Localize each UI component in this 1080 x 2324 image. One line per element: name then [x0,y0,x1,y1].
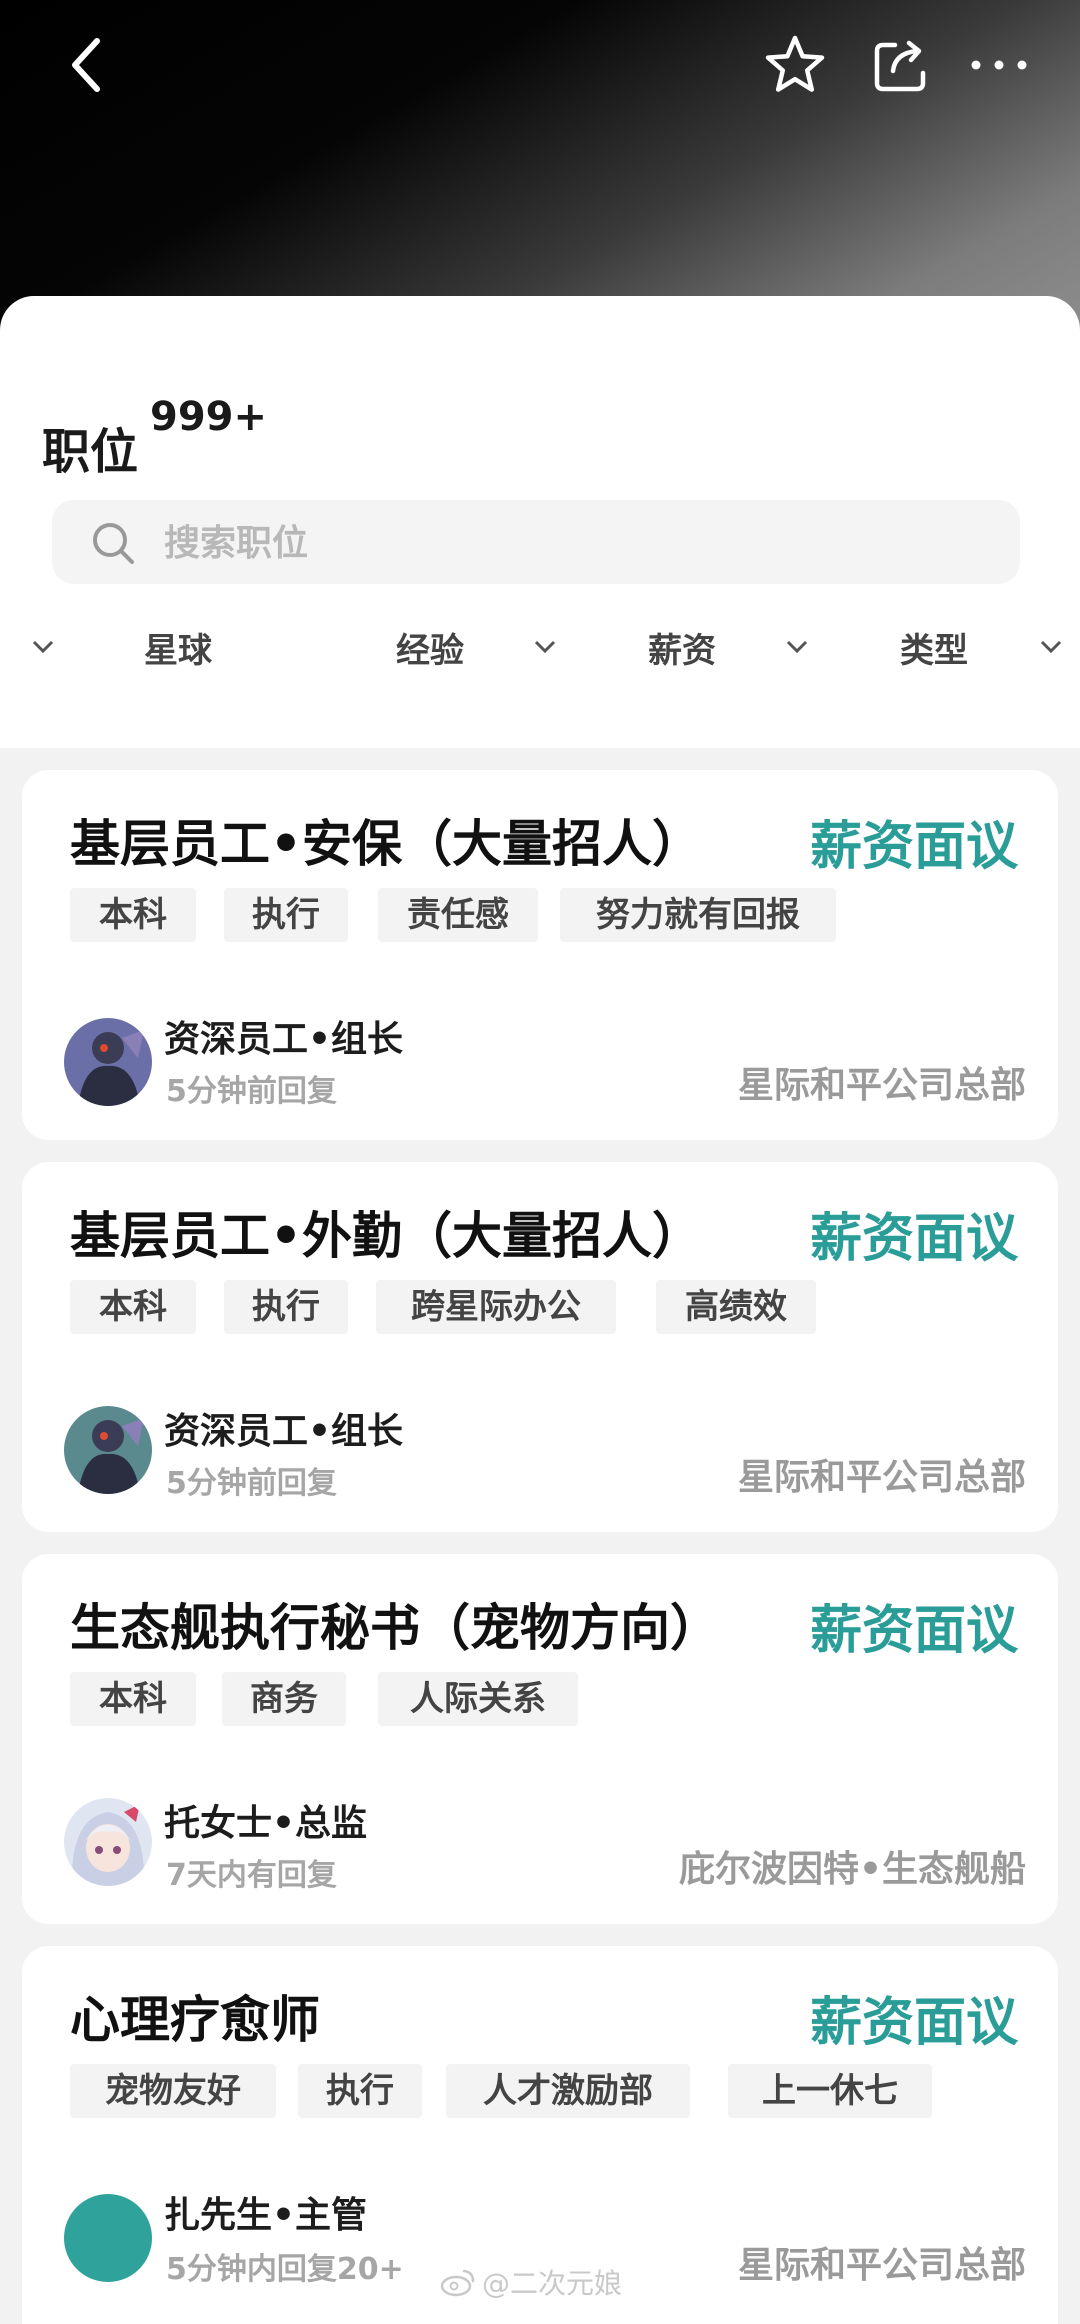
job-tag: 努力就有回报 [560,888,836,942]
filter-planet[interactable]: 星球 [144,612,212,682]
avatar [64,1798,152,1886]
job-title: 心理疗愈师 [70,1991,320,2049]
salary-label: 薪资面议 [809,1209,1018,1269]
job-tag: 责任感 [378,888,538,942]
company-name: 星际和平公司总部 [737,2245,1026,2286]
search-input[interactable] [162,500,986,586]
back-button[interactable] [52,30,122,100]
job-card[interactable]: 生态舰执行秘书（宠物方向） 薪资面议 本科 商务 人际关系 托女士•总监 7天内… [22,1554,1058,1924]
job-tag: 本科 [70,1280,196,1334]
chevron-down-icon [32,640,54,654]
share-icon [874,40,926,92]
section-title: 职位 [42,424,139,480]
salary-label: 薪资面议 [809,1601,1018,1661]
job-tag: 人际关系 [378,1672,578,1726]
reply-time: 5分钟内回复20+ [166,2252,404,2287]
filter-type[interactable]: 类型 [900,612,968,682]
back-arrow-icon [72,38,100,92]
chevron-down-icon [786,640,808,654]
company-name: 星际和平公司总部 [737,1457,1026,1498]
salary-label: 薪资面议 [809,817,1018,877]
section-title-row: 职位 999+ [42,394,267,482]
job-tag: 商务 [222,1672,346,1726]
job-card[interactable]: 基层员工•外勤（大量招人） 薪资面议 本科 执行 跨星际办公 高绩效 资深员工•… [22,1162,1058,1532]
favorite-button[interactable] [758,28,832,102]
job-tag: 跨星际办公 [376,1280,616,1334]
job-count: 999+ [150,394,268,440]
company-name: 庇尔波因特•生态舰船 [678,1849,1026,1890]
job-tag: 执行 [224,888,348,942]
chevron-down-icon [1040,640,1062,654]
job-tag: 执行 [298,2064,422,2118]
company-name: 星际和平公司总部 [737,1065,1026,1106]
avatar [64,1018,152,1106]
watermark-text: @二次元娘 [482,2267,623,2300]
filter-label: 类型 [900,630,968,671]
filter-label: 薪资 [648,630,716,671]
search-bar[interactable] [52,500,1020,586]
job-title: 基层员工•安保（大量招人） [70,815,702,873]
job-tag: 本科 [70,888,196,942]
weibo-icon [440,2269,475,2297]
salary-label: 薪资面议 [809,1993,1018,2053]
search-icon [93,523,134,564]
more-button[interactable] [962,28,1036,102]
more-icon [971,60,1027,70]
job-tag: 人才激励部 [446,2064,690,2118]
job-title: 基层员工•外勤（大量招人） [70,1207,702,1265]
job-tag: 本科 [70,1672,196,1726]
jobs-header-panel: 职位 999+ 星球 经验 薪资 类型 [0,296,1080,748]
top-bar [0,0,1080,130]
watermark: @二次元娘 [440,2262,622,2302]
filter-salary[interactable]: 薪资 [648,612,716,682]
job-tag: 高绩效 [656,1280,816,1334]
recruiter-name: 资深员工•组长 [164,1019,404,1060]
avatar [64,2194,152,2282]
recruiter-name: 托女士•总监 [164,1803,368,1844]
job-card[interactable]: 基层员工•安保（大量招人） 薪资面议 本科 执行 责任感 努力就有回报 资深员工… [22,770,1058,1140]
share-button[interactable] [864,28,938,102]
job-tag: 执行 [224,1280,348,1334]
avatar [64,1406,152,1494]
reply-time: 5分钟前回复 [166,1466,337,1501]
filter-experience[interactable]: 经验 [396,612,464,682]
job-tag: 上一休七 [728,2064,932,2118]
filter-bar: 星球 经验 薪资 类型 [0,612,1080,682]
job-title: 生态舰执行秘书（宠物方向） [70,1599,720,1657]
recruiter-name: 资深员工•组长 [164,1411,404,1452]
reply-time: 7天内有回复 [166,1858,337,1893]
reply-time: 5分钟前回复 [166,1074,337,1109]
filter-label: 经验 [396,630,464,671]
chevron-down-icon [534,640,556,654]
job-tag: 宠物友好 [70,2064,276,2118]
filter-label: 星球 [144,630,212,671]
recruiter-name: 扎先生•主管 [164,2195,368,2236]
star-icon [765,35,825,92]
